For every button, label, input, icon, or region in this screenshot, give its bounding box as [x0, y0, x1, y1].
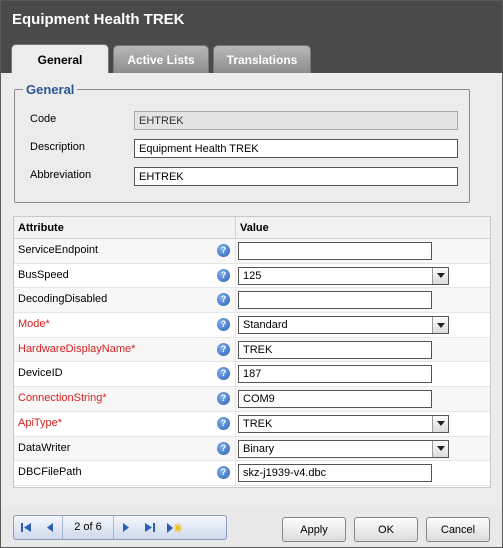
attribute-label: DecodingDisabled	[18, 293, 108, 306]
attribute-name: ApiType*?	[14, 411, 236, 436]
attribute-name: DecodingDisabled?	[14, 288, 236, 313]
new-record-icon[interactable]	[162, 516, 186, 539]
table-row: DBCFilePath? skz-j1939-v4.dbc	[14, 461, 490, 486]
description-label: Description	[30, 141, 86, 153]
attribute-name: Mode*?	[14, 313, 236, 337]
grid-body: ServiceEndpoint? BusSpeed? 125 DecodingDisa…	[14, 239, 490, 486]
grid-header: Attribute Value	[14, 217, 490, 239]
attribute-name: BusSpeed?	[14, 263, 236, 288]
attribute-label: Mode*	[18, 318, 50, 331]
table-row: DeviceID? 187	[14, 362, 490, 388]
attribute-label: ApiType*	[18, 416, 63, 429]
value-input[interactable]	[238, 242, 432, 260]
attribute-label: DataWriter	[18, 441, 71, 454]
table-row: DataWriter? Binary	[14, 436, 490, 462]
attribute-name: ConnectionString*?	[14, 387, 236, 411]
attribute-grid: Attribute Value ServiceEndpoint? BusSpeed…	[13, 216, 491, 488]
next-page-icon[interactable]	[114, 516, 138, 539]
table-row: HardwareDisplayName*? TREK	[14, 337, 490, 363]
value-cell: Binary	[236, 437, 490, 461]
general-legend: General	[26, 82, 75, 97]
table-row: Mode*? Standard	[14, 313, 490, 338]
tab-content: General Code Description Abbreviation At…	[1, 73, 502, 547]
help-icon[interactable]: ?	[217, 318, 230, 332]
table-row: BusSpeed? 125	[14, 263, 490, 289]
apply-button[interactable]: Apply	[282, 517, 346, 542]
value-dropdown[interactable]: Standard	[238, 316, 449, 335]
attribute-name: HardwareDisplayName*?	[14, 337, 236, 362]
dropdown-selected-value: 125	[243, 269, 262, 282]
value-cell: COM9	[236, 387, 490, 411]
dropdown-selected-value: TREK	[243, 417, 273, 430]
value-cell	[236, 239, 490, 263]
page-counter: 2 of 6	[62, 516, 114, 539]
attribute-label: ConnectionString*	[18, 392, 107, 405]
code-label: Code	[30, 113, 57, 125]
general-group: General Code Description Abbreviation	[14, 82, 470, 203]
value-cell: TREK	[236, 338, 490, 362]
dropdown-arrow-icon[interactable]	[432, 267, 448, 284]
attribute-name: DBCFilePath?	[14, 461, 236, 485]
table-row: ApiType*? TREK	[14, 411, 490, 437]
table-row: DecodingDisabled?	[14, 288, 490, 314]
attribute-name: DataWriter?	[14, 436, 236, 461]
tab-general[interactable]: General	[11, 44, 109, 74]
value-cell: TREK	[236, 412, 490, 436]
previous-page-icon[interactable]	[38, 516, 62, 539]
attribute-label: DeviceID	[18, 367, 63, 380]
attribute-label: DBCFilePath	[18, 466, 82, 479]
dropdown-arrow-icon[interactable]	[432, 415, 448, 432]
value-cell: skz-j1939-v4.dbc	[236, 461, 490, 485]
dialog-footer: 2 of 6 Apply OK Cancel	[1, 506, 502, 547]
attribute-label: BusSpeed	[18, 268, 69, 281]
value-cell: Standard	[236, 313, 490, 337]
column-header-value[interactable]: Value	[236, 217, 490, 238]
column-header-attribute[interactable]: Attribute	[14, 217, 236, 238]
value-cell: 125	[236, 264, 490, 288]
title-bar: Equipment Health TREK General Active Lis…	[1, 1, 502, 74]
abbreviation-label: Abbreviation	[30, 169, 92, 181]
attribute-label: ServiceEndpoint	[18, 244, 99, 256]
value-cell: 187	[236, 362, 490, 386]
table-row: ServiceEndpoint?	[14, 239, 490, 264]
help-icon[interactable]: ?	[217, 466, 230, 480]
help-icon[interactable]: ?	[217, 342, 230, 356]
dialog: Equipment Health TREK General Active Lis…	[0, 0, 503, 548]
value-dropdown[interactable]: TREK	[238, 414, 449, 433]
attribute-label: HardwareDisplayName*	[18, 342, 136, 355]
dropdown-selected-value: Standard	[243, 319, 288, 332]
attribute-name: DeviceID?	[14, 362, 236, 387]
abbreviation-field[interactable]	[134, 167, 458, 186]
value-input[interactable]: skz-j1939-v4.dbc	[238, 464, 432, 483]
first-page-icon[interactable]	[14, 516, 38, 539]
code-field	[134, 111, 458, 130]
help-icon[interactable]: ?	[217, 392, 230, 406]
last-page-icon[interactable]	[138, 516, 162, 539]
help-icon[interactable]: ?	[217, 244, 230, 257]
description-field[interactable]	[134, 139, 458, 158]
ok-button[interactable]: OK	[354, 517, 418, 542]
attribute-name: ServiceEndpoint?	[14, 239, 236, 263]
value-dropdown[interactable]: 125	[238, 266, 449, 285]
help-icon[interactable]: ?	[217, 268, 230, 282]
help-icon[interactable]: ?	[217, 416, 230, 430]
dropdown-selected-value: Binary	[243, 442, 275, 455]
value-input[interactable]: 187	[238, 365, 432, 384]
cancel-button[interactable]: Cancel	[426, 517, 490, 542]
value-input[interactable]	[238, 291, 432, 310]
value-input[interactable]: COM9	[238, 390, 432, 409]
dropdown-arrow-icon[interactable]	[432, 317, 448, 334]
help-icon[interactable]: ?	[217, 367, 230, 381]
value-dropdown[interactable]: Binary	[238, 439, 449, 458]
tab-translations[interactable]: Translations	[213, 45, 311, 73]
tab-active-lists[interactable]: Active Lists	[113, 45, 209, 73]
table-row: ConnectionString*? COM9	[14, 387, 490, 412]
help-icon[interactable]: ?	[217, 293, 230, 307]
value-input[interactable]: TREK	[238, 340, 432, 359]
help-icon[interactable]: ?	[217, 441, 230, 455]
dialog-title: Equipment Health TREK	[12, 11, 185, 28]
value-cell	[236, 288, 490, 312]
dropdown-arrow-icon[interactable]	[432, 440, 448, 457]
record-pager: 2 of 6	[13, 515, 227, 540]
